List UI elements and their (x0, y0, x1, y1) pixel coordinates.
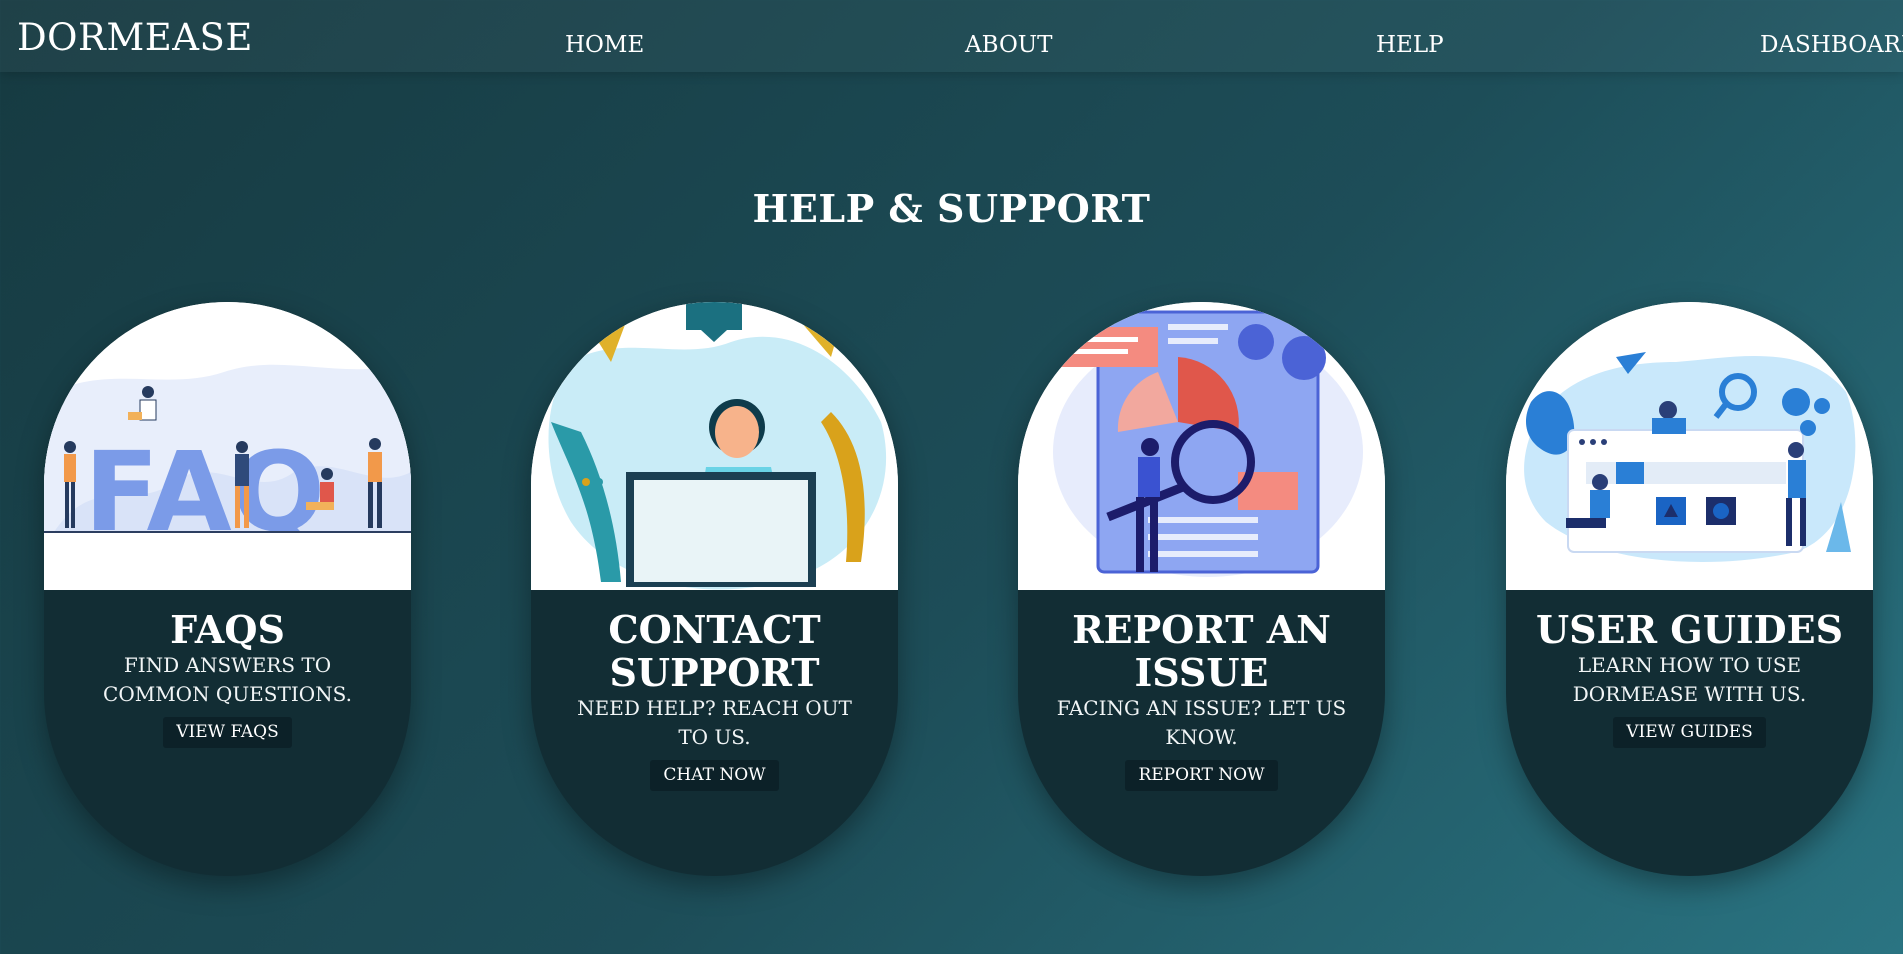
contact-support-card-description: NEED HELP? REACH OUT TO US. (577, 696, 852, 749)
nav-dashboard-link[interactable]: DASHBOARD (1760, 31, 1903, 59)
faq-card-description: FIND ANSWERS TO COMMON QUESTIONS. (103, 653, 352, 706)
faq-illustration: FAQ (44, 302, 411, 590)
user-guides-card-description: LEARN HOW TO USE DORMEASE WITH US. (1572, 653, 1807, 706)
chat-now-button[interactable]: CHAT NOW (650, 760, 779, 791)
nav-home-link[interactable]: HOME (565, 31, 644, 59)
user-guides-card: USER GUIDES LEARN HOW TO USE DORMEASE WI… (1506, 302, 1873, 876)
faq-card-title: FAQS (170, 607, 285, 652)
contact-support-card: CONTACT SUPPORT NEED HELP? REACH OUT TO … (531, 302, 898, 876)
brand-logo[interactable]: DORMEASE (17, 16, 253, 60)
user-guides-card-body: USER GUIDES LEARN HOW TO USE DORMEASE WI… (1506, 602, 1873, 748)
report-issue-card-body: REPORT AN ISSUE FACING AN ISSUE? LET US … (1018, 602, 1385, 791)
faq-card-body: FAQS FIND ANSWERS TO COMMON QUESTIONS. V… (44, 602, 411, 748)
user-guides-card-title: USER GUIDES (1535, 607, 1844, 652)
report-issue-illustration (1018, 302, 1385, 590)
report-issue-card: REPORT AN ISSUE FACING AN ISSUE? LET US … (1018, 302, 1385, 876)
faq-card: FAQ FAQS FIND ANSWERS TO COMMON QUESTION… (44, 302, 411, 876)
navbar: DORMEASE HOME ABOUT HELP DASHBOARD (0, 0, 1903, 72)
user-guides-illustration (1506, 302, 1873, 590)
nav-help-link[interactable]: HELP (1376, 31, 1444, 59)
report-issue-card-title: REPORT AN ISSUE (1072, 607, 1331, 695)
page-title: HELP & SUPPORT (752, 186, 1151, 232)
support-agent-illustration (531, 302, 898, 590)
report-now-button[interactable]: REPORT NOW (1125, 760, 1278, 791)
nav-about-link[interactable]: ABOUT (965, 31, 1053, 59)
report-issue-card-description: FACING AN ISSUE? LET US KNOW. (1056, 696, 1347, 749)
view-faqs-button[interactable]: VIEW FAQS (163, 717, 292, 748)
view-guides-button[interactable]: VIEW GUIDES (1613, 717, 1766, 748)
contact-support-card-title: CONTACT SUPPORT (608, 607, 821, 695)
contact-support-card-body: CONTACT SUPPORT NEED HELP? REACH OUT TO … (531, 602, 898, 791)
